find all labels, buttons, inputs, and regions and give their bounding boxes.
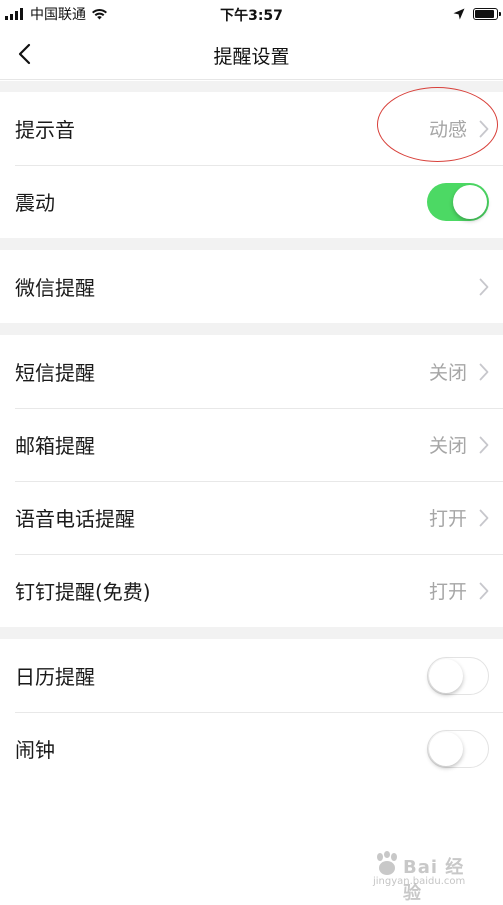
settings-row[interactable]: 提示音 动感: [0, 92, 503, 165]
row-label: 语音电话提醒: [15, 507, 135, 531]
toggle-switch[interactable]: [427, 656, 489, 695]
chevron-right-icon: [479, 582, 489, 599]
row-value: 打开: [428, 508, 467, 530]
settings-row[interactable]: 微信提醒: [0, 250, 503, 323]
chevron-right-icon: [479, 363, 489, 380]
chevron-right-icon: [479, 120, 489, 137]
row-label: 提示音: [15, 118, 75, 142]
chevron-left-icon: [18, 43, 31, 65]
row-value: 动感: [428, 119, 467, 141]
status-bar: 中国联通 下午3:57: [0, 0, 503, 28]
row-label: 邮箱提醒: [15, 434, 95, 458]
toggle-knob: [453, 184, 487, 219]
row-label: 钉钉提醒(免费): [15, 580, 151, 604]
chevron-right-icon: [479, 509, 489, 526]
chevron-right-icon: [479, 436, 489, 453]
toggle-switch[interactable]: [427, 182, 489, 221]
toggle-knob: [429, 731, 463, 766]
row-value: 关闭: [428, 435, 467, 457]
settings-row[interactable]: 闹钟: [0, 712, 503, 785]
settings-group: 微信提醒: [0, 250, 503, 323]
settings-row[interactable]: 日历提醒: [0, 639, 503, 712]
chevron-right-icon: [479, 278, 489, 295]
battery-level: [475, 10, 494, 18]
settings-group: 日历提醒 闹钟: [0, 639, 503, 785]
toggle-knob: [429, 658, 463, 693]
row-value: 打开: [428, 581, 467, 603]
toggle-switch[interactable]: [427, 729, 489, 768]
row-label: 震动: [15, 191, 55, 215]
battery-icon: [473, 8, 501, 20]
row-label: 微信提醒: [15, 276, 95, 300]
groups-container: 提示音 动感 震动 微信提醒 短信提醒 关闭 邮箱提醒 关闭 语音电话提醒 打开 钉钉提醒(免费) 打…: [0, 92, 503, 785]
row-label: 短信提醒: [15, 361, 95, 385]
back-button[interactable]: [10, 40, 38, 68]
settings-row[interactable]: 钉钉提醒(免费) 打开: [0, 554, 503, 627]
settings-list: 提示音 动感 震动 微信提醒 短信提醒 关闭 邮箱提醒 关闭 语音电话提醒 打开 钉钉提醒(免费) 打…: [0, 81, 503, 905]
settings-row[interactable]: 语音电话提醒 打开: [0, 481, 503, 554]
row-label: 日历提醒: [15, 665, 95, 689]
bottom-area: [0, 785, 503, 905]
settings-row[interactable]: 邮箱提醒 关闭: [0, 408, 503, 481]
page-title: 提醒设置: [213, 46, 290, 68]
settings-group: 提示音 动感震动: [0, 92, 503, 238]
row-label: 闹钟: [15, 738, 55, 762]
settings-group: 短信提醒 关闭 邮箱提醒 关闭 语音电话提醒 打开 钉钉提醒(免费) 打开: [0, 335, 503, 627]
settings-row[interactable]: 震动: [0, 165, 503, 238]
location-arrow-icon: [453, 8, 465, 20]
row-value: 关闭: [428, 362, 467, 384]
nav-bar: 提醒设置: [0, 28, 503, 80]
status-right: [453, 5, 501, 23]
settings-row[interactable]: 短信提醒 关闭: [0, 335, 503, 408]
status-time: 下午3:57: [220, 8, 283, 24]
